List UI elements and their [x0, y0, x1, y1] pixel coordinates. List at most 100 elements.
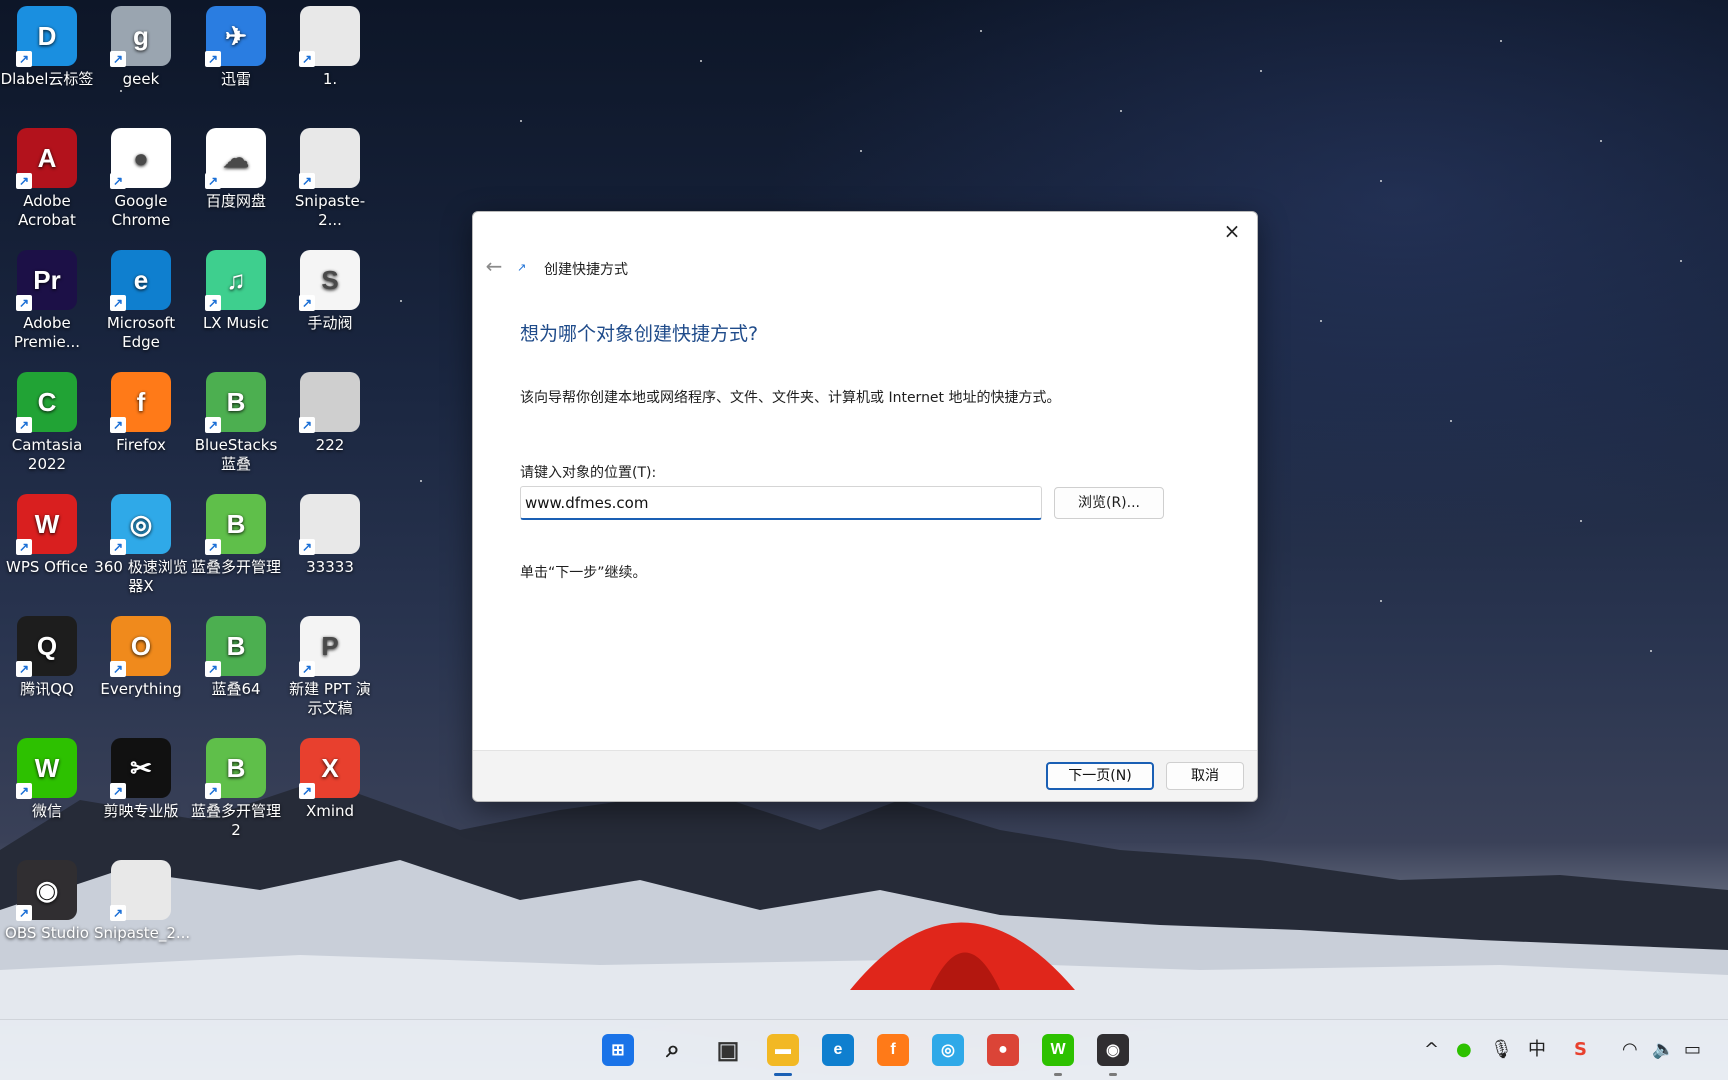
- app-icon: D ↗: [16, 6, 77, 67]
- desktop-icon[interactable]: ☁ ↗ 百度网盘: [189, 128, 283, 211]
- desktop-icon[interactable]: W ↗ WPS Office: [0, 494, 94, 577]
- shortcut-arrow-icon: ↗: [110, 783, 126, 799]
- close-icon[interactable]: ×: [1215, 216, 1249, 246]
- shortcut-arrow-icon: ↗: [16, 417, 32, 433]
- shortcut-arrow-icon: ↗: [110, 417, 126, 433]
- desktop-icon[interactable]: ◎ ↗ 360 极速浏览器X: [94, 494, 188, 596]
- shortcut-arrow-icon: ↗: [16, 51, 32, 67]
- shortcut-arrow-icon: ↗: [16, 661, 32, 677]
- obs-icon[interactable]: ◉: [1097, 1034, 1129, 1066]
- desktop-icon[interactable]: C ↗ Camtasia 2022: [0, 372, 94, 474]
- desktop-icon[interactable]: D ↗ Dlabel云标签: [0, 6, 94, 89]
- desktop-icon[interactable]: B ↗ 蓝叠64: [189, 616, 283, 699]
- desktop-icon[interactable]: S ↗ 手动阀: [283, 250, 377, 333]
- desktop-icon[interactable]: A ↗ Adobe Acrobat: [0, 128, 94, 230]
- desktop-icon[interactable]: e ↗ Microsoft Edge: [94, 250, 188, 352]
- microphone-icon[interactable]: 🎙: [1490, 1038, 1513, 1062]
- desktop-icon[interactable]: ✂ ↗ 剪映专业版: [94, 738, 188, 821]
- dialog-title: 创建快捷方式: [544, 262, 628, 278]
- desktop-icon[interactable]: B ↗ BlueStacks 蓝叠: [189, 372, 283, 474]
- location-input[interactable]: [520, 486, 1042, 520]
- app-icon: ✂ ↗: [110, 738, 171, 799]
- desktop-icon[interactable]: B ↗ 蓝叠多开管理: [189, 494, 283, 577]
- start-icon[interactable]: ⊞: [602, 1034, 634, 1066]
- desktop-icon-label: Adobe Acrobat: [18, 192, 76, 229]
- desktop-icon[interactable]: O ↗ Everything: [94, 616, 188, 699]
- firefox-icon[interactable]: f: [877, 1034, 909, 1066]
- desktop-icon[interactable]: P ↗ 新建 PPT 演示文稿: [283, 616, 377, 718]
- back-arrow-icon[interactable]: ←: [481, 254, 507, 278]
- location-label: 请键入对象的位置(T):: [520, 465, 657, 481]
- desktop-icon[interactable]: Pr ↗ Adobe Premie...: [0, 250, 94, 352]
- app-icon: C ↗: [16, 372, 77, 433]
- battery-icon[interactable]: ▭: [1684, 1038, 1701, 1062]
- browser-360-icon[interactable]: ◎: [932, 1034, 964, 1066]
- running-indicator: [1054, 1073, 1062, 1076]
- edge-icon[interactable]: e: [822, 1034, 854, 1066]
- create-shortcut-dialog: × ← ↗ 创建快捷方式 想为哪个对象创建快捷方式? 该向导帮你创建本地或网络程…: [472, 211, 1258, 802]
- chevron-up-icon[interactable]: ^: [1424, 1038, 1439, 1062]
- shortcut-arrow-icon: ↗: [299, 661, 315, 677]
- shortcut-arrow-icon: ↗: [16, 295, 32, 311]
- task-view-icon[interactable]: ▣: [712, 1034, 744, 1066]
- desktop-icon[interactable]: ✈ ↗ 迅雷: [189, 6, 283, 89]
- chrome-icon[interactable]: ●: [987, 1034, 1019, 1066]
- desktop-icon-label: 360 极速浏览器X: [94, 558, 188, 595]
- desktop-icon[interactable]: Q ↗ 腾讯QQ: [0, 616, 94, 699]
- desktop-icon[interactable]: B ↗ 蓝叠多开管理 2: [189, 738, 283, 840]
- desktop-icon-label: 蓝叠多开管理: [190, 558, 281, 576]
- dialog-footer: 下一页(N) 取消: [473, 750, 1257, 801]
- desktop-icon[interactable]: X ↗ Xmind: [283, 738, 377, 821]
- shortcut-arrow-icon: ↗: [16, 173, 32, 189]
- shortcut-arrow-icon: ↗: [205, 661, 221, 677]
- desktop-icon[interactable]: g ↗ geek: [94, 6, 188, 89]
- desktop-icon-label: Google Chrome: [111, 192, 171, 229]
- shortcut-arrow-icon: ↗: [205, 295, 221, 311]
- shortcut-arrow-icon: ↗: [110, 295, 126, 311]
- volume-icon[interactable]: 🔈: [1652, 1038, 1674, 1062]
- wifi-icon[interactable]: ◠: [1622, 1038, 1638, 1062]
- desktop-icon-label: 1.: [322, 70, 338, 88]
- shortcut-arrow-icon: ↗: [205, 173, 221, 189]
- shortcut-arrow-icon: ↗: [110, 539, 126, 555]
- app-icon: e ↗: [110, 250, 171, 311]
- desktop-icon-label: Microsoft Edge: [106, 314, 176, 351]
- desktop-icon[interactable]: ♫ ↗ LX Music: [189, 250, 283, 333]
- desktop-icon[interactable]: ↗ Snipaste_2...: [94, 860, 191, 943]
- desktop-icon[interactable]: ↗ 33333: [283, 494, 377, 577]
- continue-hint: 单击“下一步”继续。: [520, 565, 647, 581]
- app-icon: O ↗: [110, 616, 171, 677]
- desktop-icon-label: OBS Studio: [5, 924, 89, 942]
- next-button[interactable]: 下一页(N): [1046, 762, 1154, 790]
- browse-button[interactable]: 浏览(R)...: [1054, 487, 1164, 519]
- desktop-icon-label: WPS Office: [6, 558, 88, 576]
- app-icon: B ↗: [205, 616, 266, 677]
- desktop-icon[interactable]: f ↗ Firefox: [94, 372, 188, 455]
- shortcut-arrow-icon: ↗: [110, 51, 126, 67]
- desktop-icon-label: 手动阀: [307, 314, 353, 332]
- desktop-icon-label: Snipaste-2...: [294, 192, 366, 229]
- shortcut-arrow-icon: ↗: [299, 173, 315, 189]
- app-icon: ◎ ↗: [110, 494, 171, 555]
- wechat-icon[interactable]: W: [1042, 1034, 1074, 1066]
- app-icon: B ↗: [205, 738, 266, 799]
- app-icon: W ↗: [16, 738, 77, 799]
- cancel-button[interactable]: 取消: [1166, 762, 1244, 790]
- search-icon[interactable]: ⌕: [657, 1034, 689, 1066]
- app-icon: ↗: [299, 128, 360, 189]
- sogou-ime-icon[interactable]: S: [1574, 1038, 1587, 1062]
- desktop-icon[interactable]: ↗ 1.: [283, 6, 377, 89]
- desktop-icon[interactable]: ● ↗ Google Chrome: [94, 128, 188, 230]
- desktop-icon[interactable]: ↗ 222: [283, 372, 377, 455]
- taskbar: ⊞ ⌕ ▣ ▬ e f ◎ ● W ◉ ^ ● 🎙 中 S ◠ 🔈 ▭: [0, 1019, 1728, 1080]
- desktop-icon-label: Everything: [100, 680, 182, 698]
- desktop-icon-label: geek: [122, 70, 160, 88]
- file-explorer-icon[interactable]: ▬: [767, 1034, 799, 1066]
- desktop-icon-label: Firefox: [116, 436, 166, 454]
- desktop-icon[interactable]: ◉ ↗ OBS Studio: [0, 860, 94, 943]
- desktop-icon[interactable]: W ↗ 微信: [0, 738, 94, 821]
- ime-indicator[interactable]: 中: [1528, 1038, 1546, 1062]
- wechat-tray-icon[interactable]: ●: [1456, 1038, 1472, 1062]
- desktop-icon-label: Snipaste_2...: [94, 924, 191, 942]
- desktop-icon[interactable]: ↗ Snipaste-2...: [283, 128, 377, 230]
